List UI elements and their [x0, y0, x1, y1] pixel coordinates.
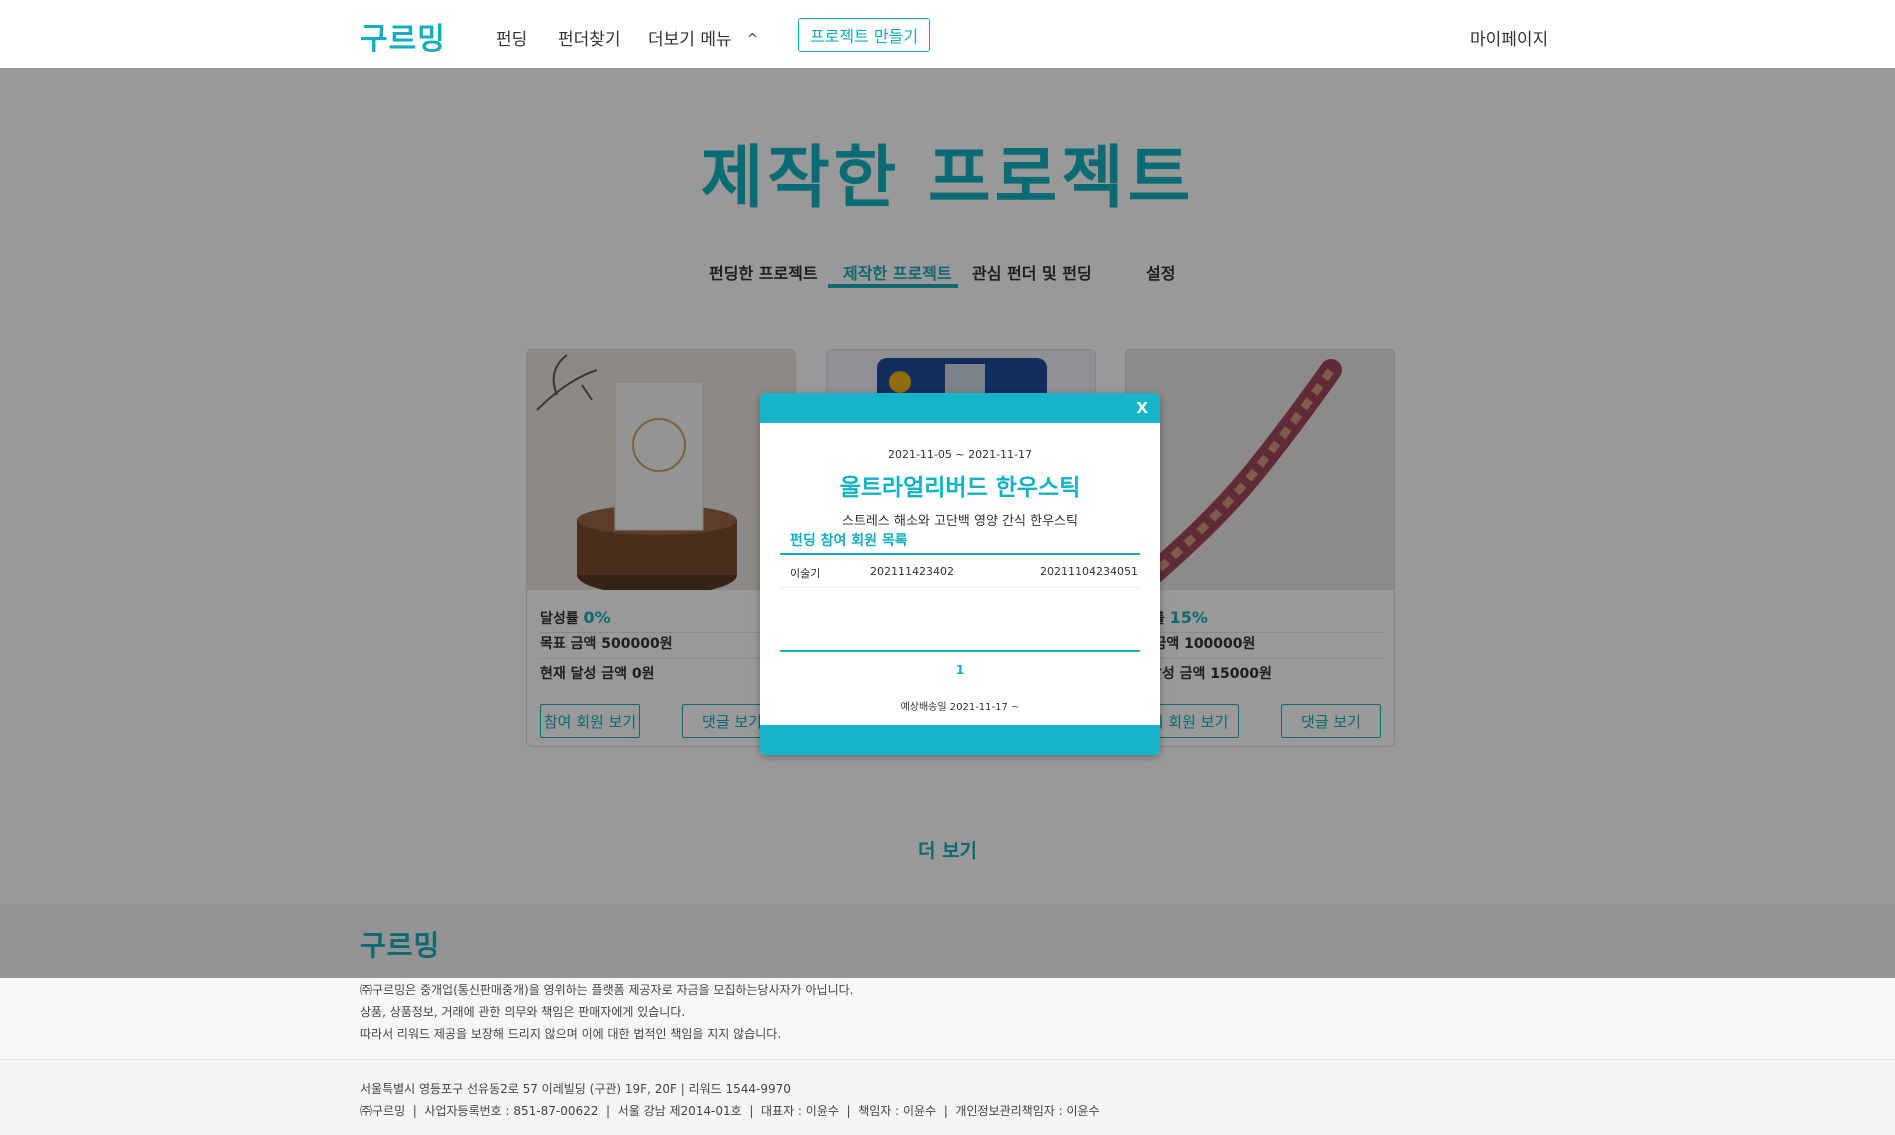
footer-notice: ㈜구르밍은 중개업(통신판매중개)을 영위하는 플랫폼 제공자로 자금을 모집하…: [0, 979, 1895, 1059]
member-row: 이술기 202111423402 20211104234051: [780, 555, 1140, 588]
nav-find-funder[interactable]: 펀더찾기: [558, 25, 621, 50]
footer-company-info: 서울특별시 영등포구 선유동2로 57 이레빌딩 (구관) 19F, 20F |…: [0, 1059, 1895, 1135]
nav-more-menu[interactable]: 더보기 메뉴 ^: [648, 25, 758, 50]
nav-funding[interactable]: 펀딩: [496, 25, 527, 50]
list-bottom-divider: [780, 650, 1140, 652]
top-nav: 구르밍 펀딩 펀더찾기 더보기 메뉴 ^ 프로젝트 만들기 마이페이지: [0, 0, 1895, 68]
project-subtitle: 스트레스 해소와 고단백 영양 간식 한우스틱: [842, 514, 1078, 529]
member-id: 202111423402: [870, 565, 954, 578]
pagination-page[interactable]: 1: [760, 663, 1160, 677]
modal-footer: [760, 725, 1160, 755]
funding-members-modal: X 2021-11-05 ~ 2021-11-17 울트라얼리버드 한우스틱 스…: [760, 393, 1160, 755]
create-project-button[interactable]: 프로젝트 만들기: [798, 18, 930, 52]
footer-notice-line: ㈜구르밍은 중개업(통신판매중개)을 영위하는 플랫폼 제공자로 자금을 모집하…: [360, 983, 854, 997]
project-dates: 2021-11-05 ~ 2021-11-17: [887, 448, 1033, 461]
footer-notice-line: 따라서 리워드 제공을 보장해 드리지 않으며 이에 대한 법적인 책임을 지지…: [360, 1027, 782, 1041]
close-icon[interactable]: X: [1136, 399, 1148, 417]
project-title: 울트라얼리버드 한우스틱: [839, 475, 1081, 501]
footer-company: ㈜구르밍 | 사업자등록번호 : 851-87-00622 | 서울 강남 제2…: [360, 1104, 1100, 1118]
mypage-link[interactable]: 마이페이지: [1470, 25, 1548, 50]
footer-notice-line: 상품, 상품정보, 거래에 관한 의무와 책임은 판매자에게 있습니다.: [360, 1005, 686, 1019]
footer-address: 서울특별시 영등포구 선유동2로 57 이레빌딩 (구관) 19F, 20F |…: [360, 1082, 791, 1096]
member-name: 이술기: [790, 567, 821, 580]
logo[interactable]: 구르밍: [360, 14, 446, 58]
chevron-up-icon: ^: [747, 32, 758, 47]
section-title: 펀딩 참여 회원 목록: [790, 533, 908, 549]
nav-more-menu-label: 더보기 메뉴: [648, 30, 732, 50]
modal-header: X: [760, 393, 1160, 423]
member-date: 20211104234051: [1040, 565, 1138, 578]
shipping-date: 예상배송일 2021-11-17 ~: [900, 702, 1020, 713]
